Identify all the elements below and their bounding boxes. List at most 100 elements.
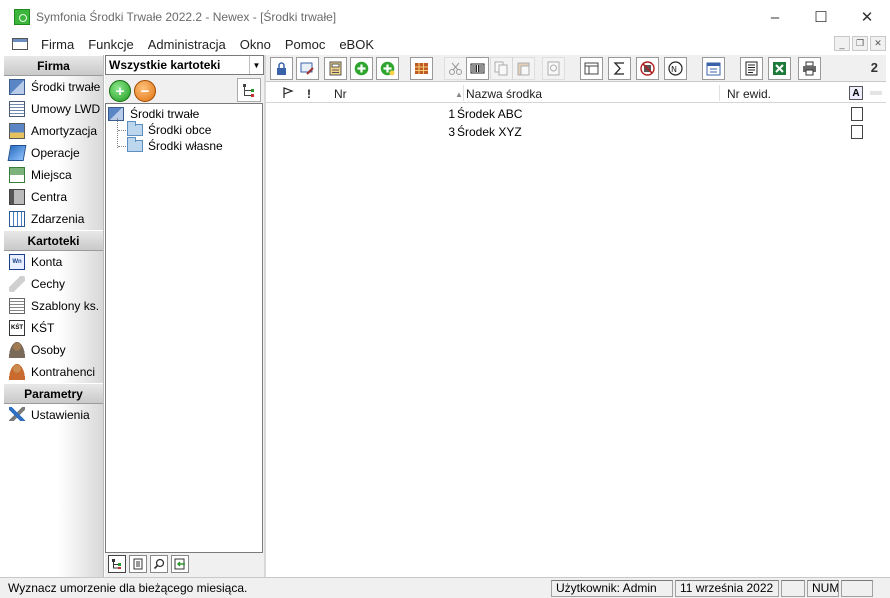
column-separator[interactable] (719, 85, 720, 101)
status-indicator-2 (841, 580, 873, 597)
flag-column-icon[interactable] (282, 87, 294, 102)
status-date: 11 września 2022 (675, 580, 779, 597)
tree-node-label: Środki własne (148, 139, 223, 153)
nav-header-parametry[interactable]: Parametry (4, 383, 103, 404)
status-num-lock: NUM (807, 580, 839, 597)
nav-item-label: Środki trwałe (31, 80, 101, 94)
column-header-alert[interactable]: ! (307, 87, 311, 101)
add-icon (354, 61, 369, 76)
nav-item-zdarzenia[interactable]: Zdarzenia (4, 208, 103, 230)
copy-button[interactable] (490, 57, 513, 80)
nav-item-osoby[interactable]: Osoby (4, 339, 103, 361)
remove-catalog-button[interactable]: − (134, 80, 156, 102)
nav-item-label: Kontrahenci (31, 365, 96, 379)
menu-administracja[interactable]: Administracja (141, 37, 233, 52)
nav-item-konta[interactable]: Wn Konta (4, 251, 103, 273)
nav-item-umowy-lwd[interactable]: Umowy LWD (4, 98, 103, 120)
menu-bar: Firma Funkcje Administracja Okno Pomoc e… (0, 34, 890, 54)
lock-button[interactable] (270, 57, 293, 80)
tree-node-root[interactable]: Środki trwałe (108, 106, 199, 122)
catalog-panel: Wszystkie kartoteki ▼ + − Środki trwałe … (105, 55, 264, 577)
inventory-button[interactable] (410, 57, 433, 80)
nav-item-cechy[interactable]: Cechy (4, 273, 103, 295)
menu-funkcje[interactable]: Funkcje (81, 37, 141, 52)
catalog-select[interactable]: Wszystkie kartoteki ▼ (105, 55, 264, 75)
nav-item-miejsca[interactable]: Miejsca (4, 164, 103, 186)
view-card-button[interactable] (580, 57, 603, 80)
add-copy-icon (380, 61, 395, 76)
lock-icon (277, 62, 286, 75)
calculator-button[interactable] (324, 57, 347, 80)
nav-item-label: KŚT (31, 321, 55, 335)
maximize-button[interactable]: ☐ (798, 0, 844, 34)
nav-item-kontrahenci[interactable]: Kontrahenci (4, 361, 103, 383)
nav-header-kartoteki[interactable]: Kartoteki (4, 230, 103, 251)
nav-header-firma[interactable]: Firma (4, 55, 103, 76)
column-header-nr[interactable]: Nr (334, 87, 347, 101)
nav-item-szablony[interactable]: Szablony ks. (4, 295, 103, 317)
sum-button[interactable] (608, 57, 631, 80)
add-button[interactable] (350, 57, 373, 80)
excel-export-button[interactable] (768, 57, 791, 80)
cut-button[interactable] (444, 57, 467, 80)
nav-item-label: Amortyzacja (31, 124, 98, 138)
nav-item-srodki-trwale[interactable]: Środki trwałe (4, 76, 103, 98)
tree-node-srodki-obce[interactable]: Środki obce (127, 121, 211, 138)
column-header-nazwa[interactable]: Nazwa środka (466, 87, 542, 101)
mdi-restore-button[interactable]: ❐ (852, 36, 868, 51)
menu-okno[interactable]: Okno (233, 37, 278, 52)
features-icon (9, 276, 25, 292)
nav-item-centra[interactable]: Centra (4, 186, 103, 208)
menu-ebok[interactable]: eBOK (332, 37, 381, 52)
chevron-down-icon[interactable]: ▼ (249, 56, 263, 74)
add-copy-button[interactable] (376, 57, 399, 80)
mdi-close-button[interactable]: ✕ (870, 36, 886, 51)
catalog-tree: Środki trwałe Środki obce Środki własne (105, 103, 263, 553)
nav-item-label: Umowy LWD (31, 102, 101, 116)
import-icon (174, 558, 185, 570)
catalog-select-value: Wszystkie kartoteki (109, 58, 221, 72)
fixed-assets-icon (108, 107, 124, 121)
system-menu-icon[interactable] (12, 38, 28, 50)
mdi-minimize-button[interactable]: _ (834, 36, 850, 51)
row-document-icon[interactable] (851, 125, 863, 139)
tree-structure-button[interactable] (237, 78, 261, 102)
tab-tree-view[interactable] (108, 555, 126, 573)
tree-node-srodki-wlasne[interactable]: Środki własne (127, 137, 223, 154)
column-chooser-button[interactable]: A (849, 86, 863, 100)
table-row[interactable]: 3 Środek XYZ (266, 123, 886, 141)
edit-card-button[interactable] (296, 57, 319, 80)
nav-item-kst[interactable]: KŚT KŚT (4, 317, 103, 339)
column-header-nr-ewid[interactable]: Nr ewid. (727, 87, 771, 101)
cell-nazwa: Środek XYZ (457, 125, 522, 139)
menu-pomoc[interactable]: Pomoc (278, 37, 332, 52)
tree-node-label: Środki trwałe (130, 107, 200, 121)
barcode-button[interactable] (466, 57, 489, 80)
nav-item-operacje[interactable]: Operacje (4, 142, 103, 164)
folder-icon (127, 121, 143, 136)
print-button[interactable] (798, 57, 821, 80)
close-button[interactable]: ✕ (844, 0, 890, 34)
panel-tabs (105, 553, 263, 575)
preview-button[interactable] (542, 57, 565, 80)
tab-search[interactable] (150, 555, 168, 573)
row-document-icon[interactable] (851, 107, 863, 121)
numbering-button[interactable]: N (664, 57, 687, 80)
column-separator[interactable] (463, 85, 464, 101)
calendar-button[interactable] (702, 57, 725, 80)
fixed-assets-icon (9, 79, 25, 95)
table-row[interactable]: 1 Środek ABC (266, 105, 886, 123)
status-message: Wyznacz umorzenie dla bieżącego miesiąca… (8, 581, 248, 595)
paste-button[interactable] (512, 57, 535, 80)
menu-firma[interactable]: Firma (34, 37, 81, 52)
nav-item-amortyzacja[interactable]: Amortyzacja (4, 120, 103, 142)
add-catalog-button[interactable]: + (109, 80, 131, 102)
calculator-icon (329, 61, 342, 76)
navigation-bar: Firma Środki trwałe Umowy LWD Amortyzacj… (4, 55, 104, 577)
tab-import[interactable] (171, 555, 189, 573)
status-bar: Wyznacz umorzenie dla bieżącego miesiąca… (0, 577, 890, 598)
tab-document[interactable] (129, 555, 147, 573)
no-depreciation-button[interactable] (636, 57, 659, 80)
minimize-button[interactable]: – (752, 0, 798, 34)
report-button[interactable] (740, 57, 763, 80)
